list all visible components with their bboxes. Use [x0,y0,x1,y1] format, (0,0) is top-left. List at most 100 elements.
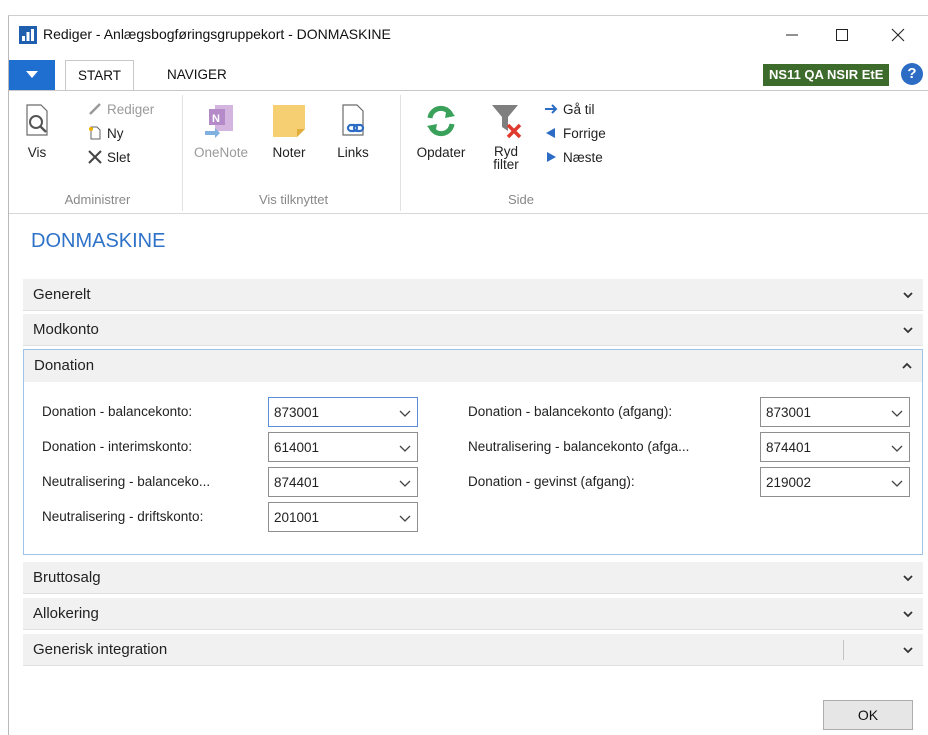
fasttab-allokering[interactable]: Allokering [23,598,923,630]
ribbon: Vis Rediger Ny Slet Administrer N OneNot… [9,90,928,214]
noter-label: Noter [272,145,306,160]
chevron-down-icon [903,292,913,299]
group-label-administrer: Administrer [64,192,131,207]
fasttab-allokering-title: Allokering [33,605,99,622]
noter-button[interactable]: Noter [267,101,311,160]
chevron-down-icon [903,575,913,582]
neutralisering-balancekonto-afgang-combo[interactable]: 874401 [760,432,910,462]
rediger-button[interactable]: Rediger [87,99,154,119]
field-label-donation-gevinst-afgang: Donation - gevinst (afgang): [468,474,635,489]
caret-down-icon [26,71,38,78]
chevron-down-icon[interactable] [891,477,903,489]
divider [843,640,844,660]
window-title: Rediger - Anlægsbogføringsgruppekort - D… [43,26,391,42]
fasttab-donation-title: Donation [34,357,95,374]
slet-button[interactable]: Slet [87,147,130,167]
group-label-vis-tilknyttet: Vis tilknyttet [258,192,329,207]
close-icon [891,28,905,42]
maximize-button[interactable] [819,16,865,54]
chevron-up-icon [902,362,912,369]
fasttab-modkonto-title: Modkonto [33,321,99,338]
vis-button[interactable]: Vis [17,101,57,160]
ny-button[interactable]: Ny [87,123,124,143]
tab-start[interactable]: START [65,60,135,91]
fasttab-bruttosalg-title: Bruttosalg [33,569,101,586]
donation-balancekonto-afgang-combo[interactable]: 873001 [760,397,910,427]
field-label-neutralisering-balancekonto: Neutralisering - balanceko... [42,474,211,489]
chevron-down-icon[interactable] [399,407,411,419]
ribbon-group-vis-tilknyttet: N OneNote Noter Links Vis tilknyttet [187,95,401,211]
field-label-neutralisering-balancekonto-afgang: Neutralisering - balancekonto (afga... [468,439,690,454]
combo-value: 873001 [766,405,812,420]
combo-value: 873001 [274,405,320,420]
ga-til-button[interactable]: Gå til [543,99,595,119]
chevron-down-icon[interactable] [891,407,903,419]
minimize-icon [786,34,798,36]
note-icon [273,105,305,137]
ok-button[interactable]: OK [823,700,913,730]
donation-balancekonto-combo[interactable]: 873001 [268,397,418,427]
page-title: DONMASKINE [31,230,166,252]
card-window: Rediger - Anlægsbogføringsgruppekort - D… [8,15,928,735]
neutralisering-driftskonto-combo[interactable]: 201001 [268,502,418,532]
maximize-icon [836,29,848,41]
fasttab-generisk-integration[interactable]: Generisk integration [23,634,923,666]
opdater-label: Opdater [416,145,466,160]
links-label: Links [337,145,369,160]
links-button[interactable]: Links [329,101,377,160]
chevron-down-icon[interactable] [399,442,411,454]
field-label-neutralisering-driftskonto: Neutralisering - driftskonto: [42,509,204,524]
clear-filter-icon [492,105,522,139]
fasttab-modkonto[interactable]: Modkonto [23,314,923,346]
chevron-down-icon [903,647,913,654]
donation-gevinst-afgang-combo[interactable]: 219002 [760,467,910,497]
fasttab-donation: Donation Donation - balancekonto: 873001… [23,349,923,555]
ribbon-tab-bar: START NAVIGER NS11 QA NSIR EtE ? [9,60,928,91]
donation-interimskonto-combo[interactable]: 614001 [268,432,418,462]
forrige-label: Forrige [563,125,606,141]
neutralisering-balancekonto-combo[interactable]: 874401 [268,467,418,497]
triangle-right-icon [547,152,556,162]
company-badge: NS11 QA NSIR EtE [763,64,890,86]
new-document-icon [89,126,101,140]
ny-label: Ny [107,125,124,141]
svg-text:N: N [212,113,220,125]
naeste-label: Næste [563,149,603,165]
chevron-down-icon [903,327,913,334]
ga-til-label: Gå til [563,101,595,117]
chevron-down-icon[interactable] [399,512,411,524]
view-icon [26,104,48,136]
close-window-button[interactable] [875,16,921,54]
tab-naviger[interactable]: NAVIGER [155,60,239,90]
app-menu-button[interactable] [9,60,55,90]
opdater-button[interactable]: Opdater [411,101,471,160]
help-icon[interactable]: ? [901,63,923,85]
field-label-donation-balancekonto-afgang: Donation - balancekonto (afgang): [468,404,673,419]
fasttab-generelt[interactable]: Generelt [23,279,923,311]
rediger-label: Rediger [107,101,155,117]
forrige-button[interactable]: Forrige [543,123,606,143]
combo-value: 201001 [274,510,320,525]
vis-label: Vis [27,145,47,160]
fasttab-generelt-title: Generelt [33,286,91,303]
onenote-label: OneNote [193,145,249,160]
combo-value: 614001 [274,440,320,455]
onenote-button[interactable]: N OneNote [193,101,249,160]
combo-value: 874401 [766,440,812,455]
minimize-button[interactable] [769,16,815,54]
onenote-icon: N [205,105,233,138]
naeste-button[interactable]: Næste [543,147,603,167]
ribbon-group-side: Opdater Ryd filter Gå til Forrige Næste … [405,95,637,211]
app-logo-icon [19,26,37,44]
pencil-icon [89,103,101,115]
delete-x-icon [88,150,102,164]
ryd-filter-button[interactable]: Ryd filter [483,101,529,171]
chevron-down-icon[interactable] [891,442,903,454]
title-bar: Rediger - Anlægsbogføringsgruppekort - D… [9,16,928,54]
fasttab-bruttosalg[interactable]: Bruttosalg [23,562,923,594]
combo-value: 219002 [766,475,812,490]
chevron-down-icon [903,611,913,618]
chevron-down-icon[interactable] [399,477,411,489]
fasttab-donation-header[interactable]: Donation [24,350,922,382]
links-icon [342,104,365,136]
